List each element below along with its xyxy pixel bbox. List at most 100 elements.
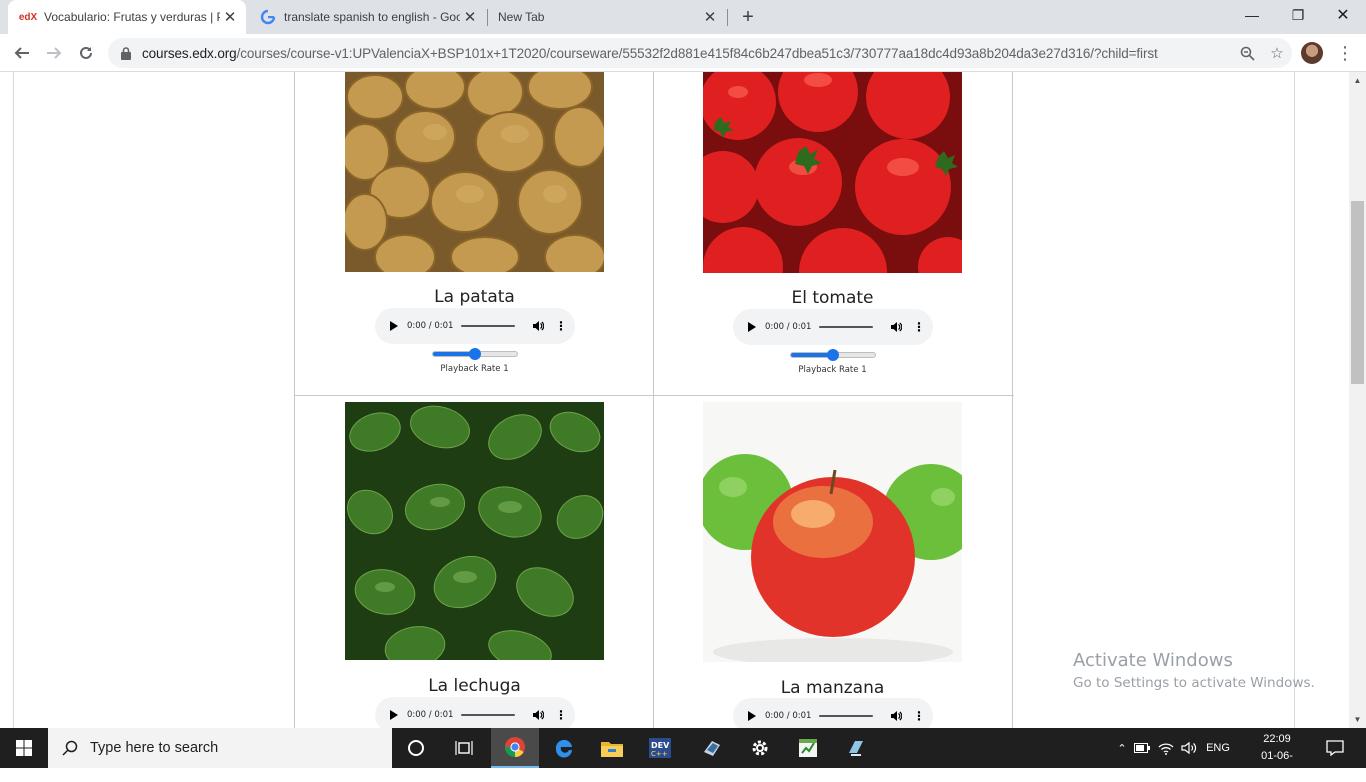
tab-separator [727, 9, 728, 26]
more-options-icon[interactable]: ⋮ [555, 708, 567, 722]
playback-rate-thumb[interactable] [469, 348, 481, 360]
taskbar-clock[interactable]: 22:09 01-06-2020 [1252, 731, 1302, 782]
volume-icon[interactable] [889, 709, 903, 723]
more-options-icon[interactable]: ⋮ [913, 320, 925, 334]
svg-text:DEV: DEV [651, 741, 670, 750]
svg-text:C++: C++ [651, 750, 668, 758]
address-bar[interactable]: courses.edx.org/courses/course-v1:UPVale… [108, 38, 1292, 68]
tab-translate[interactable]: translate spanish to english - Goo ✕ [248, 0, 486, 34]
tab-new-tab[interactable]: New Tab ✕ [488, 0, 726, 34]
playback-rate-slider[interactable] [790, 349, 876, 361]
tab-title: New Tab [498, 10, 545, 24]
playback-rate-slider[interactable] [432, 348, 518, 360]
volume-icon[interactable] [531, 708, 545, 722]
clock-date: 01-06-2020 [1261, 750, 1293, 779]
play-icon[interactable] [390, 321, 398, 331]
audio-player: 0:00 / 0:01 ⋮ [375, 697, 575, 728]
cortana-icon[interactable] [392, 728, 440, 768]
bookmark-star-icon[interactable]: ☆ [1262, 38, 1292, 68]
wifi-icon[interactable] [1154, 742, 1178, 755]
close-tab-icon[interactable]: ✕ [460, 7, 480, 27]
page-viewport: La patata 0:00 / 0:01 ⋮ Playback Rate 1 [0, 72, 1366, 728]
audio-time: 0:00 / 0:01 [765, 711, 812, 721]
audio-time: 0:00 / 0:01 [407, 710, 454, 720]
audio-player: 0:00 / 0:01 ⋮ [733, 309, 933, 345]
audio-seek-bar[interactable] [461, 714, 515, 716]
watermark-subtitle: Go to Settings to activate Windows. [1073, 675, 1315, 691]
url-text: courses.edx.org/courses/course-v1:UPVale… [142, 45, 1158, 61]
show-hidden-icons-chevron-icon[interactable]: ⌃ [1114, 742, 1130, 755]
lettuce-photo [345, 402, 604, 660]
scroll-up-arrow-icon[interactable]: ▲ [1349, 72, 1366, 89]
tab-title: Vocabulario: Frutas y verduras | P [44, 10, 220, 24]
vocab-card-tomate: El tomate 0:00 / 0:01 ⋮ Playback Rate 1 [653, 72, 1013, 396]
audio-player: 0:00 / 0:01 ⋮ [733, 698, 933, 728]
battery-icon[interactable] [1130, 743, 1154, 753]
chrome-icon[interactable] [491, 728, 539, 768]
scrollbar-thumb[interactable] [1351, 201, 1364, 384]
windows-taskbar: Type here to search DEV C++ ⌃ ENG 22:09 … [0, 728, 1366, 779]
grid-row-divider [294, 395, 1014, 396]
more-options-icon[interactable]: ⋮ [555, 319, 567, 333]
language-indicator[interactable]: ENG [1200, 742, 1236, 754]
close-tab-icon[interactable]: ✕ [700, 7, 720, 27]
browser-menu-icon[interactable]: ⋮ [1334, 39, 1356, 67]
windows-logo-icon [16, 740, 32, 756]
vocab-card-lechuga: La lechuga 0:00 / 0:01 ⋮ [294, 396, 654, 728]
vocab-card-patata: La patata 0:00 / 0:01 ⋮ Playback Rate 1 [294, 72, 654, 396]
search-icon [62, 740, 78, 756]
notifications-icon[interactable] [1318, 728, 1352, 768]
activate-windows-watermark: Activate Windows Go to Settings to activ… [1073, 650, 1315, 691]
app-icon-2[interactable] [832, 728, 880, 768]
edx-favicon-icon: edX [18, 11, 38, 23]
forward-arrow-icon [47, 47, 62, 59]
audio-seek-bar[interactable] [819, 326, 873, 328]
new-tab-button[interactable]: + [736, 5, 760, 29]
tab-vocabulario[interactable]: edX Vocabulario: Frutas y verduras | P ✕ [8, 0, 246, 34]
reload-icon [80, 46, 92, 59]
vocabulary-grid: La patata 0:00 / 0:01 ⋮ Playback Rate 1 [294, 72, 1014, 728]
playback-rate-thumb[interactable] [827, 349, 839, 361]
tab-title: translate spanish to english - Goo [284, 10, 460, 24]
settings-icon[interactable] [736, 728, 784, 768]
watermark-title: Activate Windows [1073, 650, 1233, 671]
taskbar-search-box[interactable]: Type here to search [48, 728, 392, 768]
vocab-word: La lechuga [428, 676, 521, 696]
google-favicon-icon [260, 9, 276, 25]
notepad-icon[interactable] [784, 728, 832, 768]
volume-icon[interactable] [531, 319, 545, 333]
reload-button[interactable] [72, 39, 100, 67]
play-icon[interactable] [390, 710, 398, 720]
forward-button[interactable] [40, 39, 68, 67]
page-scrollbar[interactable]: ▲ ▼ [1349, 72, 1366, 728]
playback-rate-label: Playback Rate 1 [798, 365, 867, 375]
audio-seek-bar[interactable] [819, 715, 873, 717]
audio-seek-bar[interactable] [461, 325, 515, 327]
back-button[interactable] [8, 39, 36, 67]
play-icon[interactable] [748, 322, 756, 332]
file-explorer-icon[interactable] [588, 728, 636, 768]
minimize-button[interactable]: — [1229, 0, 1275, 30]
volume-icon[interactable] [1178, 741, 1200, 755]
restore-button[interactable]: ❐ [1275, 0, 1321, 30]
start-button[interactable] [0, 728, 48, 768]
app-icon[interactable] [688, 728, 736, 768]
edge-icon[interactable] [540, 728, 588, 768]
more-options-icon[interactable]: ⋮ [913, 709, 925, 723]
scroll-down-arrow-icon[interactable]: ▼ [1349, 711, 1366, 728]
zoom-icon[interactable] [1232, 38, 1262, 68]
profile-avatar[interactable] [1301, 42, 1323, 64]
tomatoes-photo [703, 72, 962, 273]
task-view-icon[interactable] [440, 728, 488, 768]
play-icon[interactable] [748, 711, 756, 721]
audio-player: 0:00 / 0:01 ⋮ [375, 308, 575, 344]
volume-icon[interactable] [889, 320, 903, 334]
vocab-card-manzana: La manzana 0:00 / 0:01 ⋮ [653, 396, 1013, 728]
close-window-button[interactable]: ✕ [1320, 0, 1366, 30]
browser-toolbar: courses.edx.org/courses/course-v1:UPVale… [0, 34, 1366, 72]
dev-cpp-icon[interactable]: DEV C++ [636, 728, 684, 768]
vocab-word: La patata [434, 287, 515, 307]
close-tab-icon[interactable]: ✕ [220, 7, 240, 27]
potatoes-photo [345, 72, 604, 272]
lock-icon [118, 46, 134, 60]
